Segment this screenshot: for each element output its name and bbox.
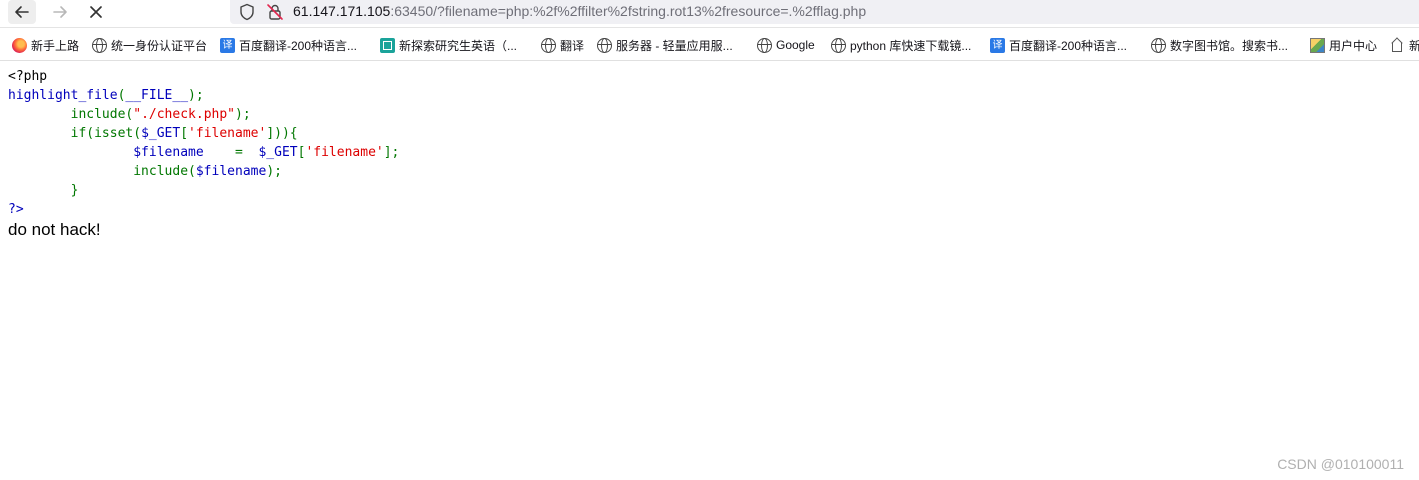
book-icon [380,37,395,53]
code-token: ])){ [266,126,298,141]
bookmark-item[interactable]: 用户中心 [1310,36,1377,54]
bookmark-item[interactable]: 译 百度翻译-200种语言... [990,36,1127,54]
shield-icon[interactable] [238,3,256,21]
bookmark-item[interactable]: 翻译 [541,36,584,54]
bookmark-item[interactable]: 统一身份认证平台 [92,36,207,54]
code-token: if(isset( [70,126,142,141]
code-token: $filename [195,164,267,179]
bookmark-item[interactable]: 服务器 - 轻量应用服... [597,36,733,54]
globe-icon [597,37,612,53]
home-icon [1390,38,1405,53]
code-token: $filename [133,145,204,160]
code-token: ); [235,107,251,122]
code-token: ); [188,88,204,103]
back-button[interactable] [8,0,36,24]
bookmark-label: 百度翻译-200种语言... [239,38,358,53]
code-token: "./check.php" [133,107,235,122]
code-token: $_GET [141,126,181,141]
globe-icon [1151,37,1166,53]
code-token: <?php [8,69,48,84]
php-source-code: <?php highlight_file(__FILE__); include(… [8,67,399,219]
bookmarks-bar: 新手上路 统一身份认证平台 译 百度翻译-200种语言... 新探索研究生英语（… [0,28,1419,61]
globe-icon [92,37,107,53]
url-text[interactable]: 61.147.171.105:63450/?filename=php:%2f%2… [293,2,866,20]
arrow-right-icon [53,6,67,18]
bookmark-label: 百度翻译-200种语言... [1009,38,1128,53]
globe-icon [831,37,846,53]
bookmark-label: 统一身份认证平台 [111,38,208,53]
arrow-left-icon [15,6,29,18]
firefox-icon [12,37,27,53]
code-token: = [235,145,243,160]
code-token: ); [266,164,282,179]
image-icon [1310,37,1325,53]
bookmark-label: 用户中心 [1329,38,1378,53]
code-token: 'filename' [305,145,384,160]
baidu-translate-icon: 译 [220,37,235,53]
code-token: [ [180,126,189,141]
response-message: do not hack! [8,220,101,239]
insecure-lock-icon[interactable] [266,3,284,21]
bookmark-label: 翻译 [560,38,585,53]
code-token: ]; [383,145,400,160]
bookmark-item[interactable]: 新探索研究生英语（... [380,36,517,54]
bookmark-item[interactable]: 新 [1390,36,1419,54]
bookmark-item[interactable]: 译 百度翻译-200种语言... [220,36,357,54]
bookmark-item[interactable]: Google [757,36,815,54]
csdn-watermark: CSDN @010100011 [1277,456,1404,472]
code-token: $_GET [258,145,298,160]
bookmark-label: 新手上路 [31,38,80,53]
bookmark-item[interactable]: 新手上路 [12,36,79,54]
bookmark-item[interactable]: python 库快速下载镜... [831,36,971,54]
code-token: include( [133,164,196,179]
bookmark-label: 服务器 - 轻量应用服... [616,38,733,53]
stop-button[interactable] [82,0,110,24]
code-token: } [70,183,79,198]
close-icon [90,6,102,18]
bookmark-label: Google [776,38,815,52]
bookmark-label: 新探索研究生英语（... [399,38,518,53]
code-token: ?> [8,202,24,217]
globe-icon [757,37,772,53]
code-token: 'filename' [188,126,267,141]
browser-toolbar: 61.147.171.105:63450/?filename=php:%2f%2… [0,0,1419,28]
code-token: __FILE__ [125,88,189,103]
globe-icon [541,37,556,53]
url-path: :63450/?filename=php:%2f%2ffilter%2fstri… [390,3,867,19]
bookmark-label: 数字图书馆。搜索书... [1170,38,1289,53]
bookmark-item[interactable]: 数字图书馆。搜索书... [1151,36,1288,54]
url-host: 61.147.171.105 [293,3,391,19]
bookmark-label: 新 [1409,37,1419,54]
code-token: highlight_file [8,88,118,103]
bookmark-label: python 库快速下载镜... [850,38,972,53]
forward-button[interactable] [46,0,74,24]
code-token: include( [70,107,134,122]
baidu-translate-icon: 译 [990,37,1005,53]
